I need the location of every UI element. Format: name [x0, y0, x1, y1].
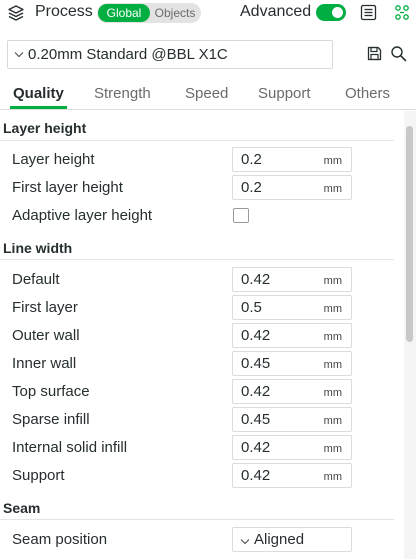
- settings-content: Layer height Layer height 0.2 mm First l…: [0, 111, 404, 559]
- field-value: 0.42: [241, 467, 271, 484]
- section-title-seam: Seam: [3, 500, 41, 516]
- layer-height-label: Layer height: [12, 151, 95, 168]
- settings-tabs: Quality Strength Speed Support Others: [0, 82, 416, 110]
- field-value: 0.2: [241, 179, 262, 196]
- compare-icon[interactable]: [394, 4, 410, 21]
- first-layer-height-label: First layer height: [12, 179, 123, 196]
- line-width-internal-solid-infill-input[interactable]: 0.42 mm: [232, 435, 352, 460]
- field-value: 0.42: [241, 439, 271, 456]
- advanced-label: Advanced: [240, 3, 312, 20]
- field-unit: mm: [323, 471, 342, 483]
- toggle-knob: [332, 7, 343, 18]
- preset-dropdown[interactable]: 0.20mm Standard @BBL X1C: [7, 40, 333, 69]
- line-width-top-surface-label: Top surface: [12, 383, 90, 400]
- field-value: 0.42: [241, 271, 271, 288]
- line-width-sparse-infill-input[interactable]: 0.45 mm: [232, 407, 352, 432]
- line-width-inner-wall-label: Inner wall: [12, 355, 77, 372]
- field-unit: mm: [323, 443, 342, 455]
- layers-icon: [8, 5, 24, 21]
- field-value: 0.5: [241, 299, 262, 316]
- section-divider: [0, 519, 394, 520]
- tab-speed[interactable]: Speed: [185, 85, 228, 102]
- seam-position-label: Seam position: [12, 531, 108, 548]
- save-icon[interactable]: [367, 46, 382, 61]
- line-width-outer-wall-label: Outer wall: [12, 327, 80, 344]
- field-value: 0.42: [241, 383, 271, 400]
- adaptive-layer-height-label: Adaptive layer height: [12, 207, 153, 224]
- line-width-internal-solid-infill-label: Internal solid infill: [12, 439, 128, 456]
- panel-title: Process: [35, 3, 93, 20]
- section-divider: [0, 140, 394, 141]
- list-icon[interactable]: [360, 4, 377, 21]
- field-unit: mm: [323, 415, 342, 427]
- line-width-default-input[interactable]: 0.42 mm: [232, 267, 352, 292]
- field-unit: mm: [323, 183, 342, 195]
- section-divider: [0, 259, 394, 260]
- field-value: 0.45: [241, 355, 271, 372]
- segment-objects[interactable]: Objects: [151, 4, 199, 22]
- line-width-first-layer-input[interactable]: 0.5 mm: [232, 295, 352, 320]
- line-width-outer-wall-input[interactable]: 0.42 mm: [232, 323, 352, 348]
- line-width-inner-wall-input[interactable]: 0.45 mm: [232, 351, 352, 376]
- segment-global[interactable]: Global: [98, 4, 150, 22]
- section-title-layer-height: Layer height: [3, 120, 87, 136]
- chevron-down-icon: [14, 52, 24, 58]
- field-unit: mm: [323, 155, 342, 167]
- field-unit: mm: [323, 387, 342, 399]
- field-unit: mm: [323, 331, 342, 343]
- tab-quality[interactable]: Quality: [13, 85, 64, 102]
- line-width-support-label: Support: [12, 467, 65, 484]
- layer-height-input[interactable]: 0.2 mm: [232, 147, 352, 172]
- field-value: 0.2: [241, 151, 262, 168]
- field-unit: mm: [323, 275, 342, 287]
- advanced-toggle[interactable]: [316, 4, 346, 21]
- seam-position-value: Aligned: [254, 531, 305, 548]
- line-width-support-input[interactable]: 0.42 mm: [232, 463, 352, 488]
- field-value: 0.42: [241, 327, 271, 344]
- line-width-sparse-infill-label: Sparse infill: [12, 411, 90, 428]
- adaptive-layer-height-checkbox[interactable]: [233, 208, 249, 223]
- tab-others[interactable]: Others: [345, 85, 390, 102]
- line-width-default-label: Default: [12, 271, 60, 288]
- scope-segmented-control[interactable]: Global Objects: [97, 3, 201, 23]
- active-tab-indicator: [10, 106, 67, 109]
- line-width-top-surface-input[interactable]: 0.42 mm: [232, 379, 352, 404]
- seam-position-dropdown[interactable]: Aligned: [232, 527, 352, 552]
- section-title-line-width: Line width: [3, 240, 73, 256]
- tab-support[interactable]: Support: [258, 85, 311, 102]
- search-icon[interactable]: [390, 45, 407, 62]
- scrollbar-thumb[interactable]: [406, 126, 413, 342]
- preset-name: 0.20mm Standard @BBL X1C: [28, 46, 228, 63]
- chevron-down-icon: [240, 539, 250, 545]
- process-header: Process Global Objects Advanced: [0, 0, 416, 27]
- field-unit: mm: [323, 303, 342, 315]
- tab-strength[interactable]: Strength: [94, 85, 151, 102]
- field-unit: mm: [323, 359, 342, 371]
- line-width-first-layer-label: First layer: [12, 299, 78, 316]
- field-value: 0.45: [241, 411, 271, 428]
- first-layer-height-input[interactable]: 0.2 mm: [232, 175, 352, 200]
